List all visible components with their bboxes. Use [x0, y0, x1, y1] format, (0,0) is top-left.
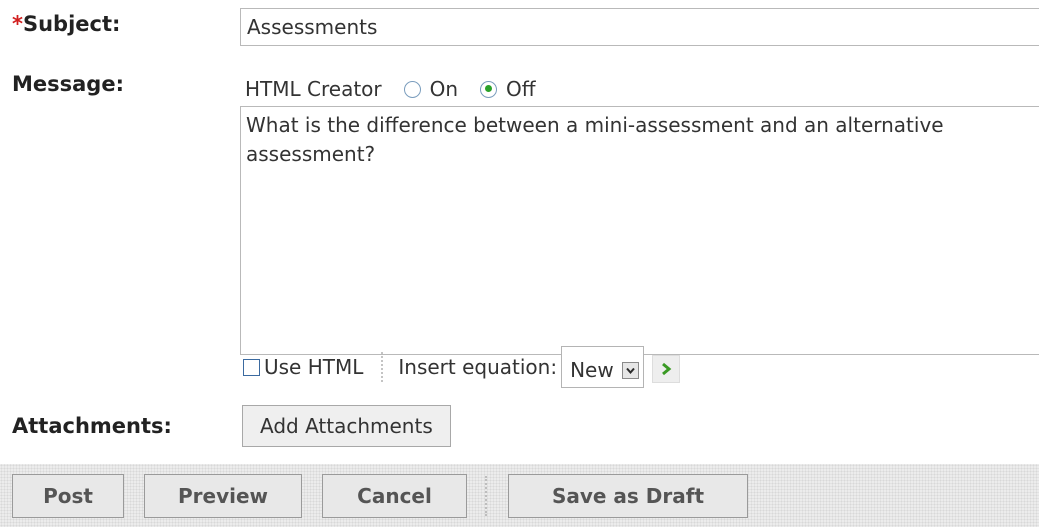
- html-creator-off-label[interactable]: Off: [506, 77, 536, 101]
- green-chevron-right-icon: [661, 362, 672, 376]
- editor-toolbar: Use HTML Insert equation: New: [243, 345, 680, 389]
- preview-button[interactable]: Preview: [144, 474, 302, 518]
- html-creator-group: HTML Creator On Off: [245, 76, 536, 102]
- html-creator-on-radio[interactable]: [403, 80, 421, 98]
- subject-label: *Subject:: [12, 12, 120, 36]
- equation-select-value: New: [570, 358, 614, 382]
- add-attachments-button[interactable]: Add Attachments: [242, 405, 451, 447]
- equation-select[interactable]: New: [561, 346, 644, 388]
- html-creator-on-label[interactable]: On: [430, 77, 458, 101]
- toolbar-divider: [381, 352, 384, 382]
- insert-equation-go-button[interactable]: [651, 355, 680, 383]
- subject-label-text: Subject:: [22, 12, 121, 36]
- save-as-draft-button[interactable]: Save as Draft: [508, 474, 748, 518]
- html-creator-off-radio[interactable]: [480, 80, 498, 98]
- html-creator-label: HTML Creator: [245, 77, 382, 101]
- attachments-label: Attachments:: [12, 414, 172, 438]
- message-label: Message:: [12, 72, 124, 96]
- action-divider: [485, 476, 487, 516]
- insert-equation-label: Insert equation:: [398, 355, 558, 379]
- use-html-checkbox[interactable]: [243, 358, 260, 376]
- cancel-button[interactable]: Cancel: [322, 474, 467, 518]
- message-textarea[interactable]: What is the difference between a mini-as…: [240, 106, 1039, 355]
- chevron-down-icon[interactable]: [621, 361, 639, 379]
- use-html-label[interactable]: Use HTML: [264, 355, 363, 379]
- required-marker: *: [12, 12, 23, 36]
- post-button[interactable]: Post: [12, 474, 124, 518]
- subject-input[interactable]: [240, 8, 1039, 46]
- action-bar: Post Preview Cancel Save as Draft: [0, 464, 1039, 527]
